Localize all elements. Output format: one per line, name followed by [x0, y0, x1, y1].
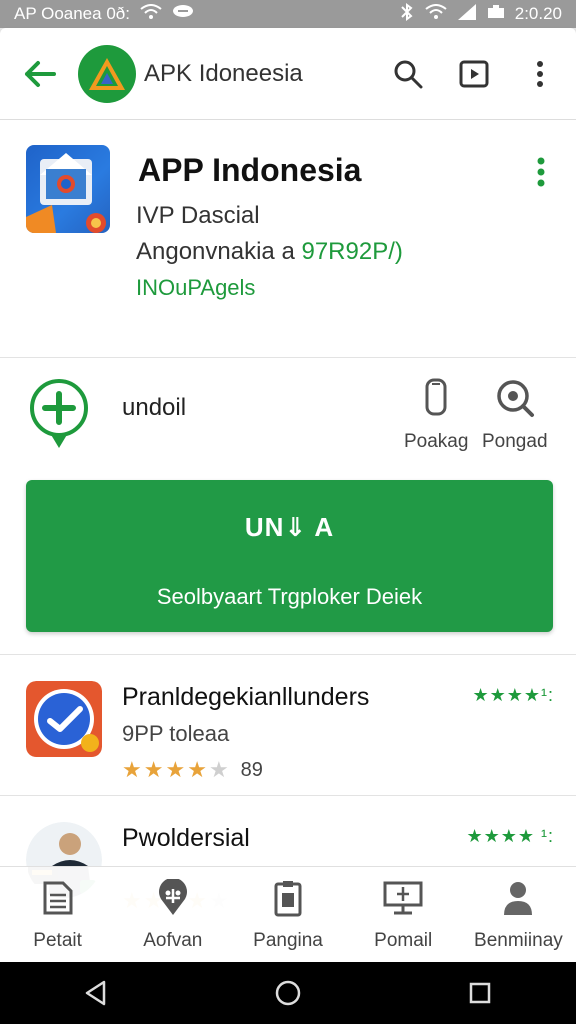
system-back-icon[interactable] — [66, 973, 126, 1013]
star-icon: ★ — [143, 757, 164, 782]
status-time: 2:0.20 — [514, 4, 562, 23]
nav-label: Benmiinay — [474, 930, 563, 951]
more-vert-icon[interactable] — [524, 58, 556, 90]
nav-label: Aofvan — [143, 930, 203, 951]
nav-label: Petait — [33, 930, 82, 951]
location-pin-icon — [156, 877, 190, 922]
star-icon: ★ — [187, 757, 207, 782]
nav-item-aofvan[interactable]: Aofvan — [115, 867, 230, 962]
nav-label: Pangina — [253, 930, 323, 951]
app-category: Angonvnakia a 97R92P/) — [136, 238, 403, 266]
app-header: APP Indonesia IVP Dascial Angonvnakia a … — [0, 120, 576, 358]
search-icon[interactable] — [392, 58, 424, 90]
phone-icon — [423, 378, 449, 422]
install-row: undoil Poakag Pongad — [0, 358, 576, 468]
app-name: APP Indonesia — [138, 152, 362, 188]
play-icon[interactable] — [458, 58, 490, 90]
more-vert-icon[interactable] — [534, 156, 548, 188]
list-item-green-stars: ★★★★¹: — [472, 685, 554, 705]
nav-item-pomail[interactable]: Pomail — [346, 867, 461, 962]
app-category-prefix: Angonvnakia a — [136, 238, 295, 265]
wifi-icon — [140, 4, 162, 24]
bottom-nav: Petait Aofvan Pangina Pomail Benmiinay — [0, 866, 576, 962]
system-nav-bar — [0, 962, 576, 1024]
status-bar: AP Ooanea 0ð: 2:0.20 — [0, 0, 576, 28]
list-item-rating: ★ ★ ★ ★ ★ 89 — [122, 757, 263, 783]
clipboard-icon — [273, 879, 303, 922]
signal-icon — [457, 3, 477, 25]
battery-icon — [487, 5, 505, 23]
list-item-subtitle: 9PP toleaa — [122, 721, 230, 746]
list-item-title: Pwoldersial — [122, 824, 250, 852]
document-icon — [41, 879, 75, 922]
search-action-label: Pongad — [482, 431, 548, 452]
app-icon — [26, 145, 110, 233]
wifi-signal-icon — [425, 4, 447, 24]
monitor-icon — [382, 879, 424, 922]
list-item-green-stars: ★★★★ ¹: — [466, 826, 554, 846]
app-logo — [78, 44, 136, 103]
install-label: undoil — [122, 394, 187, 421]
phone-action[interactable]: Poakag — [404, 378, 468, 453]
search-icon — [495, 380, 535, 422]
content-panel: APP Indonesia IVP Dascial Angonvnakia a … — [0, 120, 576, 970]
nav-item-pangina[interactable]: Pangina — [230, 867, 345, 962]
nav-item-benmiinay[interactable]: Benmiinay — [461, 867, 576, 962]
back-arrow-icon[interactable] — [20, 54, 60, 94]
app-bar: APK Idoneesia — [0, 28, 576, 120]
app-category-code: 97R92P/) — [301, 238, 403, 265]
status-left-text: AP Ooanea 0ð: — [14, 4, 130, 23]
message-icon — [172, 4, 194, 24]
list-item-icon — [26, 681, 102, 757]
install-button-secondary: Seolbyaart Trgploker Deiek — [156, 584, 423, 609]
nav-item-petait[interactable]: Petait — [0, 867, 115, 962]
list-item[interactable]: Pranldegekianllunders 9PP toleaa ★ ★ ★ ★… — [0, 655, 576, 795]
phone-action-label: Poakag — [404, 431, 469, 452]
app-bar-title: APK Idoneesia — [144, 59, 303, 87]
system-recents-icon[interactable] — [450, 973, 510, 1013]
star-icon: ★ — [165, 757, 186, 782]
install-button-primary: UN⇓ A — [244, 512, 335, 542]
search-action[interactable]: Pongad — [482, 378, 548, 453]
app-developer: IVP Dascial — [136, 202, 260, 229]
system-home-icon[interactable] — [258, 973, 318, 1013]
star-icon: ★ — [122, 757, 142, 782]
person-icon — [501, 879, 535, 922]
list-item-rating-count: 89 — [240, 758, 263, 781]
app-tag: INOuPAgels — [136, 275, 256, 300]
list-item-title: Pranldegekianllunders — [122, 683, 370, 711]
install-button[interactable]: UN⇓ A Seolbyaart Trgploker Deiek — [26, 480, 553, 632]
install-plus-icon[interactable] — [28, 378, 90, 450]
nav-label: Pomail — [374, 930, 433, 951]
bluetooth-icon — [399, 3, 415, 25]
star-empty-icon: ★ — [208, 757, 229, 782]
